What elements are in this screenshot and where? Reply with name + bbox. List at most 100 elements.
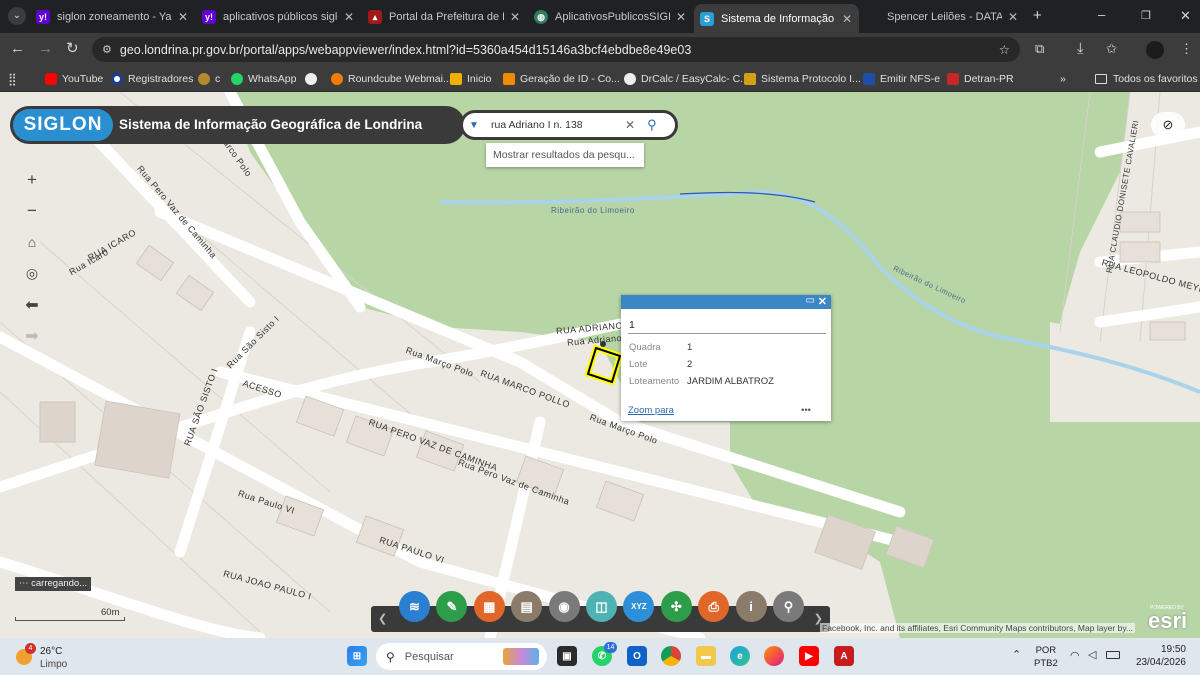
volume-icon[interactable]: ◁: [1088, 648, 1096, 661]
print-book-button[interactable]: ▤: [511, 591, 543, 622]
close-icon[interactable]: ✕: [842, 12, 852, 26]
tab-0[interactable]: y! siglon zoneamento - Yahoo ✕: [30, 4, 195, 30]
bookmark-c[interactable]: c: [198, 71, 220, 87]
acrobat-icon[interactable]: A: [834, 646, 854, 666]
close-icon[interactable]: ✕: [178, 10, 188, 24]
tab-3[interactable]: ◍ AplicativosPublicosSIGLON ✕: [528, 4, 693, 30]
popup-divider: [628, 333, 826, 334]
firefox-icon[interactable]: [764, 646, 784, 666]
wifi-icon[interactable]: ◠: [1070, 649, 1080, 662]
bookmark-whatsapp[interactable]: WhatsApp: [231, 71, 296, 87]
search-highlight-icon: [503, 648, 539, 665]
bookmark-label: Sistema Protocolo I...: [761, 73, 861, 85]
loading-icon: ⋯: [19, 578, 32, 589]
edge-icon[interactable]: e: [730, 646, 750, 666]
map-view[interactable]: Ribeirão do Limoeiro RUA ADRIANO I Rua A…: [0, 92, 1200, 638]
lang-bottom: PTB2: [1034, 658, 1058, 669]
info-button[interactable]: i: [735, 591, 767, 622]
apps-icon[interactable]: ⣿: [8, 71, 17, 87]
clock-time: 19:50: [1160, 644, 1186, 655]
bookmark-detran[interactable]: Detran-PR: [947, 71, 1014, 87]
close-icon[interactable]: ✕: [818, 295, 827, 308]
battery-icon[interactable]: [1106, 651, 1120, 659]
show-hidden-icons[interactable]: ⌃: [1012, 648, 1021, 661]
tab-2[interactable]: ▴ Portal da Prefeitura de Londrina ✕: [362, 4, 527, 30]
reload-icon[interactable]: ↻: [66, 41, 79, 57]
restore-icon[interactable]: ❐: [1141, 8, 1151, 24]
profile-avatar[interactable]: [1146, 41, 1164, 59]
download-icon[interactable]: ⤓: [1077, 41, 1084, 57]
search-source-dropdown[interactable]: ▼: [463, 120, 485, 131]
search-suggestion[interactable]: Mostrar resultados da pesqu...: [486, 143, 644, 167]
locate-icon[interactable]: ◎: [19, 260, 45, 286]
bookmark-inicio[interactable]: Inicio: [450, 71, 492, 87]
file-explorer-icon[interactable]: ▬: [696, 646, 716, 666]
hide-layer-icon[interactable]: ⊘: [1151, 112, 1185, 138]
home-icon[interactable]: ⌂: [19, 229, 45, 255]
new-tab-icon[interactable]: +: [1033, 8, 1042, 24]
favorites-icon[interactable]: ✩: [1106, 41, 1117, 57]
basemap-button[interactable]: ▦: [473, 591, 505, 622]
site-info-icon[interactable]: ⚙: [102, 43, 112, 56]
tab-search-icon[interactable]: ⌄: [8, 7, 26, 25]
url-text[interactable]: geo.londrina.pr.gov.br/portal/apps/webap…: [120, 43, 691, 57]
bookmark-geracao-id[interactable]: Geração de ID - Co...: [503, 71, 620, 87]
tab-1[interactable]: y! aplicativos públicos siglon ✕: [196, 4, 361, 30]
chevron-left-icon[interactable]: ❮: [378, 612, 387, 625]
share-button[interactable]: ✣: [660, 591, 692, 622]
bookmark-roundcube[interactable]: Roundcube Webmai...: [331, 71, 452, 87]
zoom-in-button[interactable]: +: [19, 167, 45, 193]
bookmark-star-icon[interactable]: ☆: [999, 42, 1010, 57]
language-indicator[interactable]: POR PTB2: [1034, 644, 1058, 670]
bookmark-roundcube[interactable]: [305, 71, 322, 87]
search-box: ▼ ✕ ⚲: [460, 110, 678, 140]
bookmark-nfse[interactable]: Emitir NFS-e: [863, 71, 940, 87]
clock[interactable]: 19:50 23/04/2026: [1131, 643, 1186, 669]
search-icon: ⚲: [386, 649, 395, 664]
all-bookmarks-folder[interactable]: Todos os favoritos: [1095, 71, 1198, 87]
zoom-to-link[interactable]: Zoom para: [628, 405, 674, 416]
locate-button[interactable]: ◉: [548, 591, 580, 622]
tool-icon: [503, 73, 515, 85]
close-icon[interactable]: ✕: [1008, 10, 1018, 24]
clear-icon[interactable]: ✕: [625, 118, 635, 132]
tab-4-active[interactable]: S Sistema de Informação Geográfica ✕: [694, 4, 859, 33]
close-window-icon[interactable]: ✕: [1180, 8, 1191, 24]
close-icon[interactable]: ✕: [510, 10, 520, 24]
bookmark-registradores[interactable]: Registradores: [111, 71, 193, 87]
maximize-icon[interactable]: ▭: [806, 295, 815, 306]
chrome-icon[interactable]: [661, 646, 681, 666]
tab-5[interactable]: Spencer Leilões - DATA DE ✕: [860, 4, 1025, 30]
field-value: 1: [687, 342, 693, 353]
search-icon[interactable]: ⚲: [647, 117, 657, 133]
layers-button[interactable]: ≋: [399, 591, 430, 622]
close-icon[interactable]: ✕: [344, 10, 354, 24]
previous-extent-icon[interactable]: ⬅: [19, 292, 45, 318]
next-extent-icon[interactable]: ➡: [19, 323, 45, 349]
bookmark-protocolo[interactable]: Sistema Protocolo I...: [744, 71, 861, 87]
zoom-out-button[interactable]: −: [19, 198, 45, 224]
siglon-logo: SIGLON: [13, 109, 113, 141]
bookmark-youtube[interactable]: YouTube: [45, 71, 103, 87]
extensions-icon[interactable]: ⧉: [1035, 41, 1044, 57]
taskbar-search[interactable]: ⚲ Pesquisar: [376, 643, 547, 670]
address-bar[interactable]: ⚙ geo.londrina.pr.gov.br/portal/apps/web…: [92, 37, 1020, 62]
windows-start-icon[interactable]: ⊞: [347, 646, 367, 666]
compare-button[interactable]: ◫: [586, 591, 617, 622]
bookmark-drcalc[interactable]: DrCalc / EasyCalc- C...: [624, 71, 749, 87]
close-icon[interactable]: ✕: [676, 10, 686, 24]
forward-icon[interactable]: →: [38, 41, 53, 57]
popup-titlebar: ▭ ✕: [621, 295, 831, 309]
weather-widget[interactable]: 4 26°C Limpo: [14, 643, 94, 671]
back-icon[interactable]: ←: [10, 41, 25, 57]
outlook-icon[interactable]: O: [627, 646, 647, 666]
youtube-icon[interactable]: ▶: [799, 646, 819, 666]
menu-icon[interactable]: ⋮: [1180, 41, 1193, 57]
task-view-icon[interactable]: ▣: [557, 646, 577, 666]
more-bookmarks-button[interactable]: »: [1060, 71, 1066, 87]
printer-button[interactable]: ⎙: [698, 591, 730, 622]
query-button[interactable]: ⚲: [773, 591, 804, 622]
search-input[interactable]: [491, 119, 621, 131]
more-actions-icon[interactable]: •••: [801, 405, 811, 416]
minimize-icon[interactable]: –: [1098, 7, 1105, 23]
